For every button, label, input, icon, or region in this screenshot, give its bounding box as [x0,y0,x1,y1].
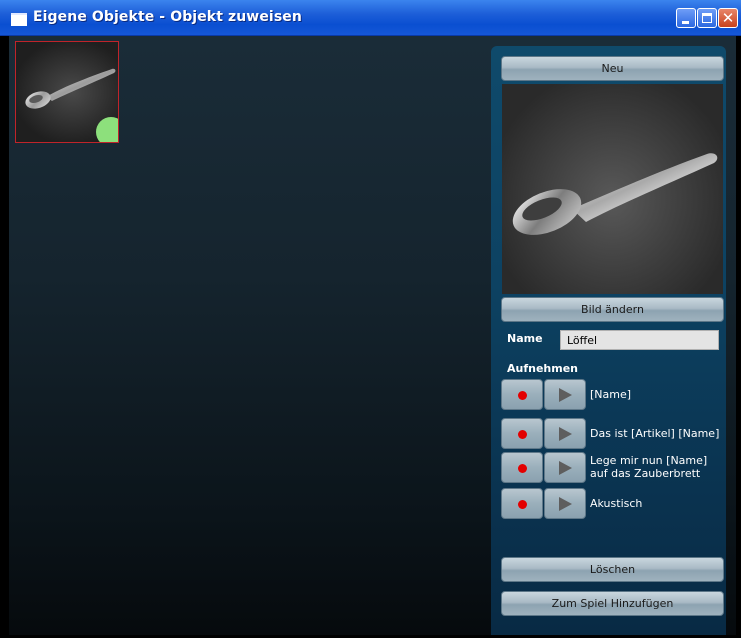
app-window-icon [11,13,27,26]
play-icon [559,388,572,402]
record-icon [518,500,527,509]
record-icon [518,464,527,473]
record-icon [518,430,527,439]
object-image-preview [502,84,723,294]
play-icon [559,497,572,511]
app-window: Eigene Objekte - Objekt zuweisen ✕ Neu B… [0,0,741,638]
record-button-article-name[interactable] [501,418,543,449]
record-heading: Aufnehmen [507,362,579,375]
minimize-icon [682,21,689,24]
main-area: Neu Bild ändern Name Löffel Aufnehmen [N… [9,36,736,635]
name-field[interactable]: Löffel [560,330,719,350]
play-icon [559,427,572,441]
recording-label-article-name: Das ist [Artikel] [Name] [590,427,720,440]
recording-label-acoustic: Akustisch [590,497,643,510]
status-indicator [96,117,118,142]
maximize-icon [702,13,712,23]
object-properties-panel: Neu Bild ändern Name Löffel Aufnehmen [N… [491,46,726,635]
recording-label-name: [Name] [590,388,632,401]
play-button-instruction[interactable] [544,452,586,483]
record-button-acoustic[interactable] [501,488,543,519]
recording-label-instruction-line1: Lege mir nun [Name] [590,454,708,467]
recording-label-instruction: Lege mir nun [Name] auf das Zauberbrett [590,454,707,480]
close-icon: ✕ [721,9,735,27]
spoon-image [512,153,718,235]
record-icon [518,391,527,400]
close-button[interactable]: ✕ [718,8,738,28]
maximize-button[interactable] [697,8,717,28]
play-button-name[interactable] [544,379,586,410]
play-icon [559,461,572,475]
record-button-instruction[interactable] [501,452,543,483]
title-bar[interactable]: Eigene Objekte - Objekt zuweisen ✕ [0,0,741,36]
change-image-button[interactable]: Bild ändern [501,297,724,322]
object-thumbnail-loffel[interactable] [15,41,119,143]
name-label: Name [507,332,543,345]
recording-label-instruction-line2: auf das Zauberbrett [590,467,701,480]
play-button-article-name[interactable] [544,418,586,449]
window-title: Eigene Objekte - Objekt zuweisen [33,9,302,25]
new-button[interactable]: Neu [501,56,724,81]
add-to-game-button[interactable]: Zum Spiel Hinzufügen [501,591,724,616]
minimize-button[interactable] [676,8,696,28]
delete-button[interactable]: Löschen [501,557,724,582]
play-button-acoustic[interactable] [544,488,586,519]
record-button-name[interactable] [501,379,543,410]
